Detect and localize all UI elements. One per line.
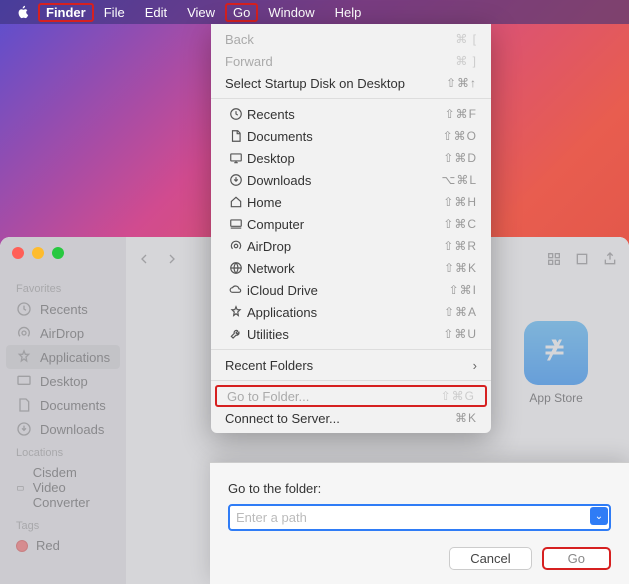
desktop-icon <box>225 151 247 165</box>
go-button[interactable]: Go <box>542 547 611 570</box>
menu-desktop[interactable]: Desktop ⇧⌘D <box>211 147 491 169</box>
menubar-window[interactable]: Window <box>258 3 324 22</box>
group-button[interactable] <box>574 251 590 267</box>
menu-icloud[interactable]: iCloud Drive ⇧⌘I <box>211 279 491 301</box>
tag-red-icon <box>16 540 28 552</box>
airdrop-icon <box>225 239 247 253</box>
cancel-button[interactable]: Cancel <box>449 547 531 570</box>
menubar: Finder File Edit View Go Window Help <box>0 0 629 24</box>
go-to-folder-dialog: Go to the folder: ⌄ Cancel Go <box>210 462 629 584</box>
minimize-button[interactable] <box>32 247 44 259</box>
cloud-icon <box>225 283 247 297</box>
appstore-icon <box>524 321 588 385</box>
dialog-title: Go to the folder: <box>228 481 611 496</box>
sidebar-item-documents[interactable]: Documents <box>0 393 126 417</box>
sidebar-item-label: Downloads <box>40 422 104 437</box>
airdrop-icon <box>16 325 32 341</box>
sidebar-item-label: Red <box>36 538 60 553</box>
apple-logo-icon[interactable] <box>8 3 38 21</box>
menu-downloads[interactable]: Downloads ⌥⌘L <box>211 169 491 191</box>
document-icon <box>225 129 247 143</box>
menubar-app-name[interactable]: Finder <box>38 3 94 22</box>
menu-utilities[interactable]: Utilities ⇧⌘U <box>211 323 491 345</box>
menubar-go[interactable]: Go <box>225 3 258 22</box>
download-icon <box>225 173 247 187</box>
separator <box>211 98 491 99</box>
sidebar-item-label: Documents <box>40 398 106 413</box>
separator <box>211 380 491 381</box>
sidebar-item-label: Recents <box>40 302 88 317</box>
view-grid-button[interactable] <box>546 251 562 267</box>
menu-connect-server[interactable]: Connect to Server... ⌘K <box>211 407 491 429</box>
sidebar-item-desktop[interactable]: Desktop <box>0 369 126 393</box>
menu-network[interactable]: Network ⇧⌘K <box>211 257 491 279</box>
menu-forward: Forward ⌘ ] <box>211 50 491 72</box>
sidebar-item-label: Desktop <box>40 374 88 389</box>
chevron-right-icon: › <box>473 358 477 373</box>
sidebar-heading-favorites: Favorites <box>0 277 126 297</box>
sidebar-item-airdrop[interactable]: AirDrop <box>0 321 126 345</box>
folder-path-input[interactable] <box>228 504 611 531</box>
applications-icon <box>225 305 247 319</box>
sidebar-heading-tags: Tags <box>0 514 126 534</box>
share-button[interactable] <box>602 251 618 267</box>
menu-airdrop[interactable]: AirDrop ⇧⌘R <box>211 235 491 257</box>
app-appstore[interactable]: App Store <box>524 321 588 405</box>
utilities-icon <box>225 327 247 341</box>
sidebar-item-recents[interactable]: Recents <box>0 297 126 321</box>
document-icon <box>16 397 32 413</box>
desktop-icon <box>16 373 32 389</box>
clock-icon <box>225 107 247 121</box>
menu-applications[interactable]: Applications ⇧⌘A <box>211 301 491 323</box>
sidebar-item-label: AirDrop <box>40 326 84 341</box>
menu-home[interactable]: Home ⇧⌘H <box>211 191 491 213</box>
menu-go-to-folder[interactable]: Go to Folder... ⇧⌘G <box>215 385 487 407</box>
menubar-file[interactable]: File <box>94 3 135 22</box>
sidebar-item-downloads[interactable]: Downloads <box>0 417 126 441</box>
input-dropdown-button[interactable]: ⌄ <box>590 507 608 525</box>
menu-recents[interactable]: Recents ⇧⌘F <box>211 103 491 125</box>
window-controls <box>12 247 64 259</box>
go-menu-dropdown: Back ⌘ [ Forward ⌘ ] Select Startup Disk… <box>211 24 491 433</box>
sidebar-item-label: Cisdem Video Converter <box>33 465 110 510</box>
computer-icon <box>225 217 247 231</box>
app-label: App Store <box>529 391 582 405</box>
menu-back: Back ⌘ [ <box>211 28 491 50</box>
forward-button[interactable] <box>164 251 180 267</box>
separator <box>211 349 491 350</box>
download-icon <box>16 421 32 437</box>
menu-documents[interactable]: Documents ⇧⌘O <box>211 125 491 147</box>
applications-icon <box>16 349 32 365</box>
close-button[interactable] <box>12 247 24 259</box>
sidebar-item-tag-red[interactable]: Red <box>0 534 126 557</box>
home-icon <box>225 195 247 209</box>
menubar-view[interactable]: View <box>177 3 225 22</box>
menu-computer[interactable]: Computer ⇧⌘C <box>211 213 491 235</box>
sidebar-item-label: Applications <box>40 350 110 365</box>
sidebar-heading-locations: Locations <box>0 441 126 461</box>
back-button[interactable] <box>136 251 152 267</box>
menubar-edit[interactable]: Edit <box>135 3 177 22</box>
sidebar: Favorites Recents AirDrop Applications D… <box>0 237 126 584</box>
sidebar-item-location[interactable]: Cisdem Video Converter <box>0 461 126 514</box>
maximize-button[interactable] <box>52 247 64 259</box>
clock-icon <box>16 301 32 317</box>
menu-select-startup[interactable]: Select Startup Disk on Desktop ⇧⌘↑ <box>211 72 491 94</box>
menu-recent-folders[interactable]: Recent Folders › <box>211 354 491 376</box>
sidebar-item-applications[interactable]: Applications <box>6 345 120 369</box>
menubar-help[interactable]: Help <box>325 3 372 22</box>
network-icon <box>225 261 247 275</box>
disk-icon <box>16 480 25 496</box>
